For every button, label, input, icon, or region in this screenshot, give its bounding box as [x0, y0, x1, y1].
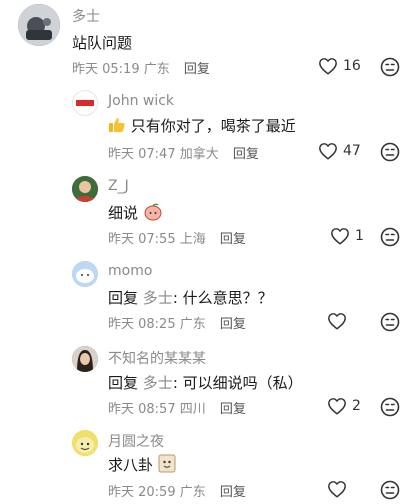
comment-location: 广东 [179, 317, 206, 332]
comment-text: 求八卦 [108, 456, 154, 474]
comment-username[interactable]: 月圆之夜 [108, 431, 164, 451]
avatar-image [18, 4, 60, 46]
avatar-image [72, 430, 98, 456]
comment-text: 只有你对了，喝茶了最近 [130, 117, 296, 135]
comment-item: John wick 只有你对了，喝茶了最近 昨天 07:47 加拿大 回复 47 [0, 85, 417, 170]
avatar[interactable] [72, 346, 98, 372]
comment-item: 月圆之夜 求八卦 昨天 20:59 广东 回复 [0, 425, 417, 500]
reply-prefix: 回复 [108, 289, 139, 307]
avatar[interactable] [72, 430, 98, 456]
comment-location: 四川 [179, 402, 206, 417]
comment-text-row: 细说 [108, 202, 163, 225]
avatar[interactable] [72, 261, 98, 287]
like-button[interactable]: 16 [318, 57, 361, 75]
avatar[interactable] [72, 176, 98, 202]
comment-item: momo 回复 多士: 什么意思？？ 昨天 08:25 广东 回复 [0, 255, 417, 340]
avatar-image [72, 176, 98, 202]
comment-username[interactable]: Z_J [108, 178, 129, 194]
like-button[interactable]: 1 [330, 227, 364, 245]
comment-meta: 昨天 08:57 四川 回复 [108, 398, 246, 417]
avatar-image [72, 346, 98, 372]
comment-text: 站队问题 [72, 34, 133, 52]
peach-face-icon [143, 203, 163, 225]
comment-meta: 昨天 07:47 加拿大 回复 [108, 143, 259, 162]
dislike-face-icon [380, 480, 400, 500]
dislike-face-icon [380, 227, 400, 247]
reply-button[interactable]: 回复 [233, 147, 259, 162]
heart-icon [328, 313, 346, 330]
comment-username[interactable]: John wick [108, 93, 174, 109]
comment-item: 不知名的某某某 回复 多士: 可以细说吗（私） 昨天 08:57 四川 回复 2 [0, 340, 417, 425]
like-count: 47 [343, 143, 361, 159]
dislike-face-icon [380, 312, 400, 332]
like-button[interactable] [327, 480, 352, 498]
like-button[interactable] [327, 312, 352, 330]
avatar[interactable] [18, 4, 60, 46]
comment-location: 加拿大 [179, 147, 219, 162]
like-count: 2 [352, 398, 361, 414]
comment-item: 多士 站队问题 昨天 05:19 广东 回复 16 [0, 0, 417, 85]
avatar-image [72, 261, 98, 287]
reply-button[interactable]: 回复 [184, 62, 210, 77]
comment-time: 昨天 07:47 [108, 147, 176, 162]
comment-location: 上海 [179, 232, 206, 247]
comment-location: 广东 [143, 62, 170, 77]
sticker-icon [158, 453, 176, 477]
comment-location: 广东 [179, 485, 206, 500]
comment-meta: 昨天 07:55 上海 回复 [108, 228, 246, 247]
dislike-button[interactable] [380, 57, 400, 81]
comment-text-row: 只有你对了，喝茶了最近 [108, 115, 296, 138]
like-button[interactable]: 47 [318, 142, 361, 160]
supreme-logo-icon [76, 100, 94, 106]
comment-item: Z_J 细说 昨天 07:55 上海 回复 1 [0, 170, 417, 255]
dislike-button[interactable] [380, 312, 400, 336]
comment-meta: 昨天 08:25 广东 回复 [108, 313, 246, 332]
dislike-button[interactable] [380, 397, 400, 421]
comment-username[interactable]: 多士 [72, 6, 100, 26]
like-count: 16 [343, 58, 361, 74]
comment-meta: 昨天 20:59 广东 回复 [108, 481, 246, 500]
dislike-face-icon [380, 142, 400, 162]
comment-text-row: 求八卦 [108, 453, 176, 477]
comment-time: 昨天 08:57 [108, 402, 176, 417]
comment-time: 昨天 20:59 [108, 485, 176, 500]
like-button[interactable]: 2 [327, 397, 361, 415]
mention-link[interactable]: 多士 [143, 289, 173, 307]
reply-prefix: 回复 [108, 374, 139, 392]
reply-button[interactable]: 回复 [220, 232, 246, 247]
heart-icon [328, 481, 346, 498]
comment-username[interactable]: 不知名的某某某 [108, 348, 206, 368]
mention-link[interactable]: 多士 [143, 374, 173, 392]
like-count: 1 [355, 228, 364, 244]
thumbs-up-icon [108, 116, 126, 138]
comment-text: : 什么意思？？ [172, 289, 273, 307]
heart-icon [319, 143, 337, 160]
dislike-button[interactable] [380, 142, 400, 166]
dislike-face-icon [380, 397, 400, 417]
comment-time: 昨天 05:19 [72, 62, 140, 77]
dislike-face-icon [380, 57, 400, 77]
comment-text: 细说 [108, 204, 139, 222]
reply-button[interactable]: 回复 [220, 402, 246, 417]
heart-icon [319, 58, 337, 75]
comment-text-row: 回复 多士: 可以细说吗（私） [108, 372, 303, 393]
comment-username[interactable]: momo [108, 263, 152, 279]
dislike-button[interactable] [380, 227, 400, 251]
reply-button[interactable]: 回复 [220, 317, 246, 332]
heart-icon [328, 398, 346, 415]
comment-text: : 可以细说吗（私） [172, 374, 303, 392]
comment-time: 昨天 07:55 [108, 232, 176, 247]
comment-text-row: 回复 多士: 什么意思？？ [108, 287, 273, 308]
heart-icon [331, 228, 349, 245]
comment-time: 昨天 08:25 [108, 317, 176, 332]
dislike-button[interactable] [380, 480, 400, 504]
reply-button[interactable]: 回复 [220, 485, 246, 500]
avatar[interactable] [72, 90, 98, 116]
comment-meta: 昨天 05:19 广东 回复 [72, 58, 210, 77]
